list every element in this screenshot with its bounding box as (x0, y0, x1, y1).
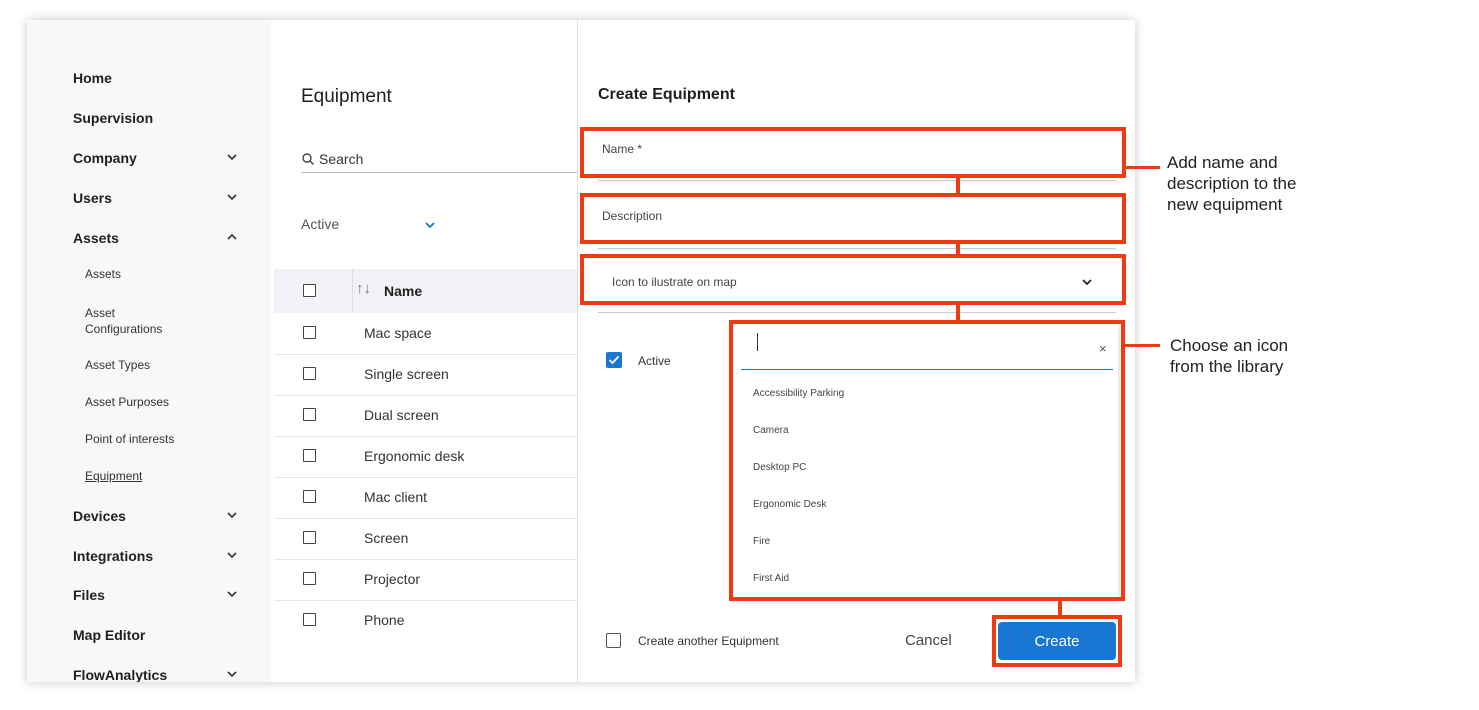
sidebar-item-label: Assets (73, 230, 119, 246)
annotation-fields-note: Add name and description to the new equi… (1167, 153, 1297, 214)
callout-line (1126, 166, 1160, 169)
sidebar-item-integrations[interactable]: Integrations (73, 545, 253, 567)
sidebar: Home Supervision Company Users Assets As… (27, 20, 271, 682)
highlight-name-field (580, 127, 1126, 178)
sidebar-item-label: Home (73, 70, 112, 86)
annotation-icon-note: Choose an icon from the library (1170, 336, 1289, 376)
sidebar-item-label: FlowAnalytics (73, 667, 168, 682)
row-checkbox[interactable] (303, 408, 316, 421)
sidebar-subitem-assets[interactable]: Assets (85, 267, 121, 281)
chevron-up-icon[interactable] (225, 230, 239, 244)
table-row[interactable]: Ergonomic desk (274, 437, 577, 478)
table-row[interactable]: Mac client (274, 478, 577, 519)
highlight-icon-select (580, 254, 1126, 305)
highlight-create-button (992, 615, 1122, 667)
sidebar-subitem-point-of-interests[interactable]: Point of interests (85, 432, 174, 446)
sidebar-item-label: Company (73, 150, 137, 166)
sidebar-item-users[interactable]: Users (73, 187, 253, 209)
sidebar-item-company[interactable]: Company (73, 147, 253, 169)
sidebar-item-label: Devices (73, 508, 126, 524)
row-checkbox[interactable] (303, 490, 316, 503)
connector-line (956, 305, 960, 320)
chevron-down-icon[interactable] (225, 548, 239, 562)
check-icon (608, 355, 620, 365)
row-name: Mac client (364, 489, 428, 505)
table-row[interactable]: Screen (274, 519, 577, 560)
sidebar-item-label: Integrations (73, 548, 154, 564)
chevron-down-icon[interactable] (225, 150, 239, 164)
row-checkbox[interactable] (303, 326, 316, 339)
search-icon (302, 153, 314, 165)
table-row[interactable]: Mac space (274, 314, 577, 355)
sidebar-subitem-equipment[interactable]: Equipment (85, 469, 142, 483)
row-checkbox[interactable] (303, 367, 316, 380)
highlight-description-field (580, 193, 1126, 244)
sidebar-item-label: Users (73, 190, 112, 206)
chevron-down-icon[interactable] (225, 190, 239, 204)
sidebar-item-home[interactable]: Home (73, 67, 253, 89)
chevron-down-icon[interactable] (225, 587, 239, 601)
row-name: Single screen (364, 366, 449, 382)
connector-line (956, 244, 960, 254)
row-checkbox[interactable] (303, 531, 316, 544)
row-name: Dual screen (364, 407, 439, 423)
search-input[interactable]: Search (301, 146, 581, 173)
row-name: Mac space (364, 325, 432, 341)
sidebar-subitem-asset-types[interactable]: Asset Types (85, 358, 150, 372)
table-row[interactable]: Projector (274, 560, 577, 601)
status-filter-value: Active (301, 216, 340, 232)
highlight-icon-dropdown (729, 320, 1125, 601)
select-all-checkbox[interactable] (303, 284, 316, 297)
row-name: Projector (364, 571, 421, 587)
drawer-title: Create Equipment (598, 86, 735, 103)
connector-line (956, 178, 960, 193)
icon-select-underline (598, 312, 1116, 313)
column-divider (352, 269, 353, 313)
connector-line (1058, 601, 1062, 615)
table-header: ↑↓ Name (274, 269, 577, 313)
chevron-down-icon[interactable] (225, 508, 239, 522)
row-name: Screen (364, 530, 409, 546)
sidebar-item-devices[interactable]: Devices (73, 505, 253, 527)
row-checkbox[interactable] (303, 449, 316, 462)
sidebar-item-label: Supervision (73, 110, 154, 126)
table-row[interactable]: Dual screen (274, 396, 577, 437)
cancel-button[interactable]: Cancel (905, 632, 952, 649)
sidebar-item-map-editor[interactable]: Map Editor (73, 624, 253, 646)
callout-line (1125, 344, 1160, 347)
create-another-checkbox[interactable] (606, 633, 621, 648)
sort-icon[interactable]: ↑↓ (356, 280, 371, 297)
column-header-name[interactable]: Name (384, 283, 422, 299)
sidebar-item-label: Files (73, 587, 105, 603)
search-placeholder: Search (319, 151, 364, 167)
row-name: Phone (364, 612, 405, 628)
row-name: Ergonomic desk (364, 448, 465, 464)
page-title: Equipment (301, 86, 392, 107)
sidebar-item-assets[interactable]: Assets (73, 227, 253, 249)
name-field-underline (598, 180, 1116, 181)
sidebar-subitem-asset-configurations[interactable]: Asset Configurations (85, 305, 162, 337)
row-checkbox[interactable] (303, 572, 316, 585)
sidebar-item-supervision[interactable]: Supervision (73, 107, 253, 129)
table-row[interactable]: Single screen (274, 355, 577, 396)
chevron-down-icon (425, 222, 435, 229)
sidebar-item-label: Map Editor (73, 627, 146, 643)
sidebar-item-files[interactable]: Files (73, 584, 253, 606)
chevron-down-icon[interactable] (225, 667, 239, 681)
description-field-underline (598, 248, 1116, 249)
create-another-label: Create another Equipment (638, 634, 779, 648)
sidebar-subitem-asset-purposes[interactable]: Asset Purposes (85, 395, 169, 409)
table-row[interactable]: Phone (274, 601, 577, 641)
equipment-list-panel: Equipment Search Active ↑↓ Name Mac spac… (271, 20, 581, 682)
active-label: Active (638, 354, 671, 368)
sidebar-item-flowanalytics[interactable]: FlowAnalytics (73, 664, 253, 682)
row-checkbox[interactable] (303, 613, 316, 626)
status-filter-select[interactable]: Active (301, 216, 441, 232)
active-checkbox[interactable] (606, 352, 622, 368)
